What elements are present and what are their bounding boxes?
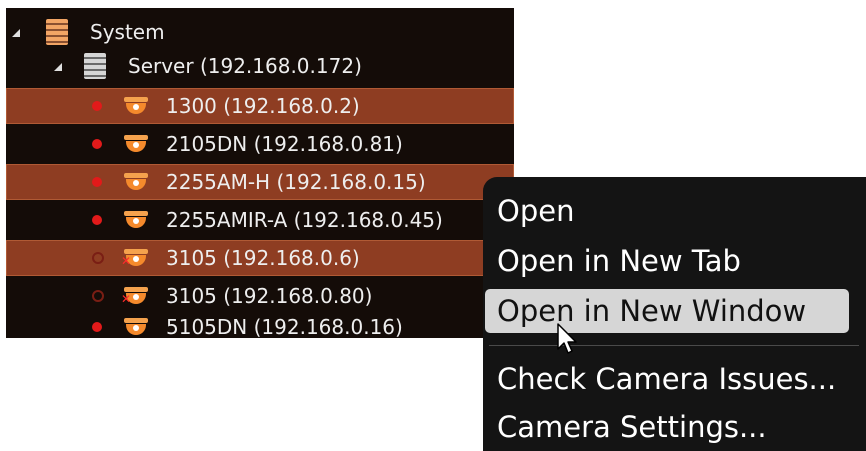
- camera-row[interactable]: 5105DN (192.168.0.16): [6, 312, 514, 340]
- camera-label: 2105DN (192.168.0.81): [166, 132, 403, 156]
- menu-item-open-new-window[interactable]: Open in New Window: [483, 289, 866, 333]
- status-dot-offline-icon: [92, 290, 104, 302]
- menu-item-label: Check Camera Issues...: [497, 362, 837, 396]
- status-dot-offline-icon: [92, 252, 104, 264]
- dome-camera-icon: [124, 316, 148, 336]
- menu-item-label: Open in New Window: [497, 294, 807, 328]
- camera-label: 5105DN (192.168.0.16): [166, 315, 403, 339]
- camera-row[interactable]: 2105DN (192.168.0.81): [6, 126, 514, 162]
- menu-item-camera-settings[interactable]: Camera Settings...: [483, 405, 866, 449]
- menu-item-open[interactable]: Open: [483, 189, 866, 233]
- dome-camera-icon: [124, 171, 148, 191]
- dome-camera-icon: [124, 209, 148, 229]
- server-stack-icon: [84, 53, 106, 79]
- dome-camera-error-icon: ✕: [121, 247, 148, 267]
- camera-label: 2255AMIR-A (192.168.0.45): [166, 208, 443, 232]
- resource-tree: System Server (192.168.0.172) 1300 (192.…: [6, 8, 514, 340]
- camera-row[interactable]: ✕ 3105 (192.168.0.6): [6, 240, 514, 276]
- dome-camera-error-icon: ✕: [121, 285, 148, 305]
- camera-row[interactable]: 2255AMIR-A (192.168.0.45): [6, 202, 514, 238]
- menu-item-label: Camera Settings...: [497, 410, 767, 444]
- status-dot-icon: [92, 322, 102, 332]
- menu-item-label: Open in New Tab: [497, 244, 741, 278]
- tree-node-label: Server (192.168.0.172): [128, 54, 362, 78]
- menu-item-label: Open: [497, 194, 575, 228]
- context-menu: Open Open in New Tab Open in New Window …: [483, 177, 866, 451]
- expand-arrow-icon[interactable]: [12, 29, 20, 37]
- status-dot-icon: [92, 101, 102, 111]
- camera-label: 3105 (192.168.0.80): [166, 284, 373, 308]
- status-dot-icon: [92, 215, 102, 225]
- system-server-stack-icon: [46, 19, 68, 45]
- camera-label: 2255AM-H (192.168.0.15): [166, 170, 426, 194]
- tree-node-server[interactable]: Server (192.168.0.172): [6, 50, 514, 82]
- dome-camera-icon: [124, 133, 148, 153]
- camera-row[interactable]: 2255AM-H (192.168.0.15): [6, 164, 514, 200]
- status-dot-icon: [92, 139, 102, 149]
- menu-item-check-camera-issues[interactable]: Check Camera Issues...: [483, 357, 866, 401]
- menu-separator: [489, 345, 859, 346]
- tree-node-label: System: [90, 20, 165, 44]
- camera-row[interactable]: ✕ 3105 (192.168.0.80): [6, 278, 514, 314]
- expand-arrow-icon[interactable]: [54, 63, 62, 71]
- camera-label: 3105 (192.168.0.6): [166, 246, 360, 270]
- camera-row[interactable]: 1300 (192.168.0.2): [6, 88, 514, 124]
- camera-label: 1300 (192.168.0.2): [166, 94, 360, 118]
- status-dot-icon: [92, 177, 102, 187]
- mouse-pointer-icon: [557, 323, 577, 354]
- dome-camera-icon: [124, 95, 148, 115]
- menu-item-open-new-tab[interactable]: Open in New Tab: [483, 239, 866, 283]
- tree-node-system[interactable]: System: [6, 16, 514, 48]
